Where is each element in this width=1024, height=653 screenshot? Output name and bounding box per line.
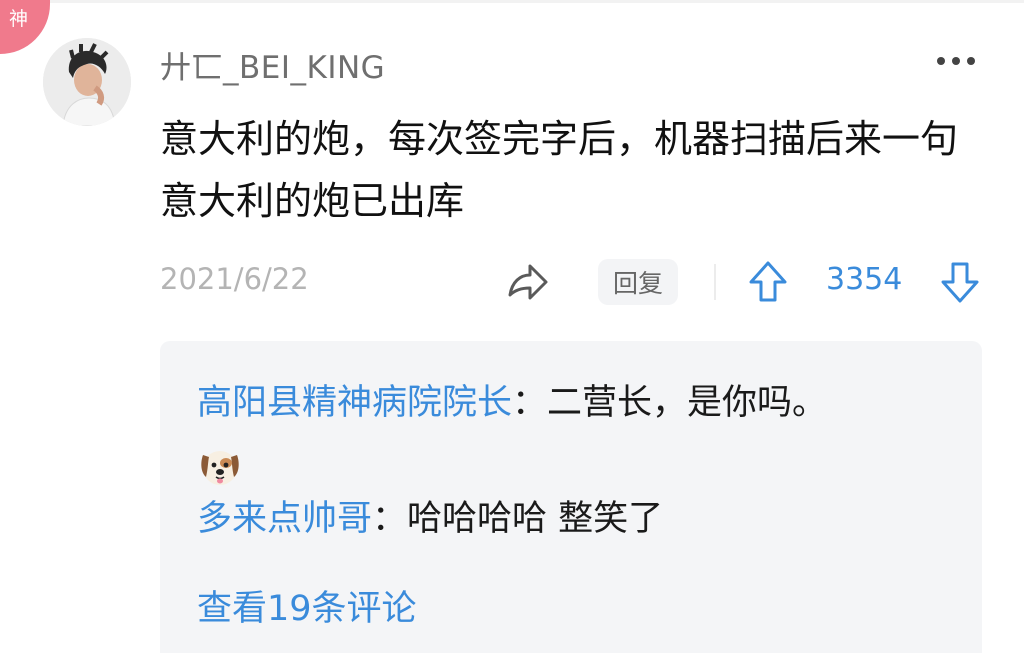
comment-timestamp: 2021/6/22 bbox=[160, 262, 309, 296]
vote-count: 3354 bbox=[826, 262, 903, 297]
more-options-button[interactable] bbox=[930, 50, 982, 72]
more-dots-icon bbox=[937, 57, 945, 65]
avatar-image bbox=[43, 38, 131, 126]
more-dots-icon bbox=[952, 57, 960, 65]
god-comment-badge: 神 bbox=[0, 0, 50, 54]
arrow-down-icon bbox=[941, 262, 979, 303]
arrow-up-icon bbox=[749, 261, 787, 302]
reply-author[interactable]: 高阳县精神病院院长 bbox=[197, 383, 512, 423]
top-divider bbox=[0, 0, 1024, 3]
dog-face-icon bbox=[201, 451, 239, 485]
more-dots-icon bbox=[967, 57, 975, 65]
reply-item: 高阳县精神病院院长：二营长，是你吗。 bbox=[197, 381, 827, 425]
action-divider bbox=[714, 264, 716, 300]
dog-face-emoji bbox=[196, 441, 244, 489]
reply-separator: ： bbox=[512, 383, 548, 423]
reply-text: 二营长，是你吗。 bbox=[547, 383, 828, 423]
reply-button[interactable]: 回复 bbox=[598, 259, 678, 305]
comment-content: 意大利的炮，每次签完字后，机器扫描后来一句意大利的炮已出库 bbox=[160, 117, 959, 223]
share-button[interactable] bbox=[506, 262, 550, 302]
reply-text: 哈哈哈哈 整笑了 bbox=[407, 499, 664, 539]
reply-author[interactable]: 多来点帅哥 bbox=[197, 499, 372, 539]
downvote-button[interactable] bbox=[940, 260, 980, 304]
view-all-replies-link[interactable]: 查看19条评论 bbox=[197, 587, 417, 631]
reply-item: 多来点帅哥：哈哈哈哈 整笑了 bbox=[197, 497, 663, 541]
comment-username[interactable]: 廾匸_BEI_KING bbox=[160, 42, 385, 87]
share-arrow-icon bbox=[508, 264, 548, 300]
user-avatar[interactable] bbox=[43, 38, 131, 126]
badge-label: 神 bbox=[9, 8, 29, 30]
replies-panel: 高阳县精神病院院长：二营长，是你吗。 多来点帅哥：哈哈哈哈 整笑了 查看19条评… bbox=[160, 341, 982, 653]
reply-separator: ： bbox=[372, 499, 408, 539]
upvote-button[interactable] bbox=[748, 260, 788, 304]
